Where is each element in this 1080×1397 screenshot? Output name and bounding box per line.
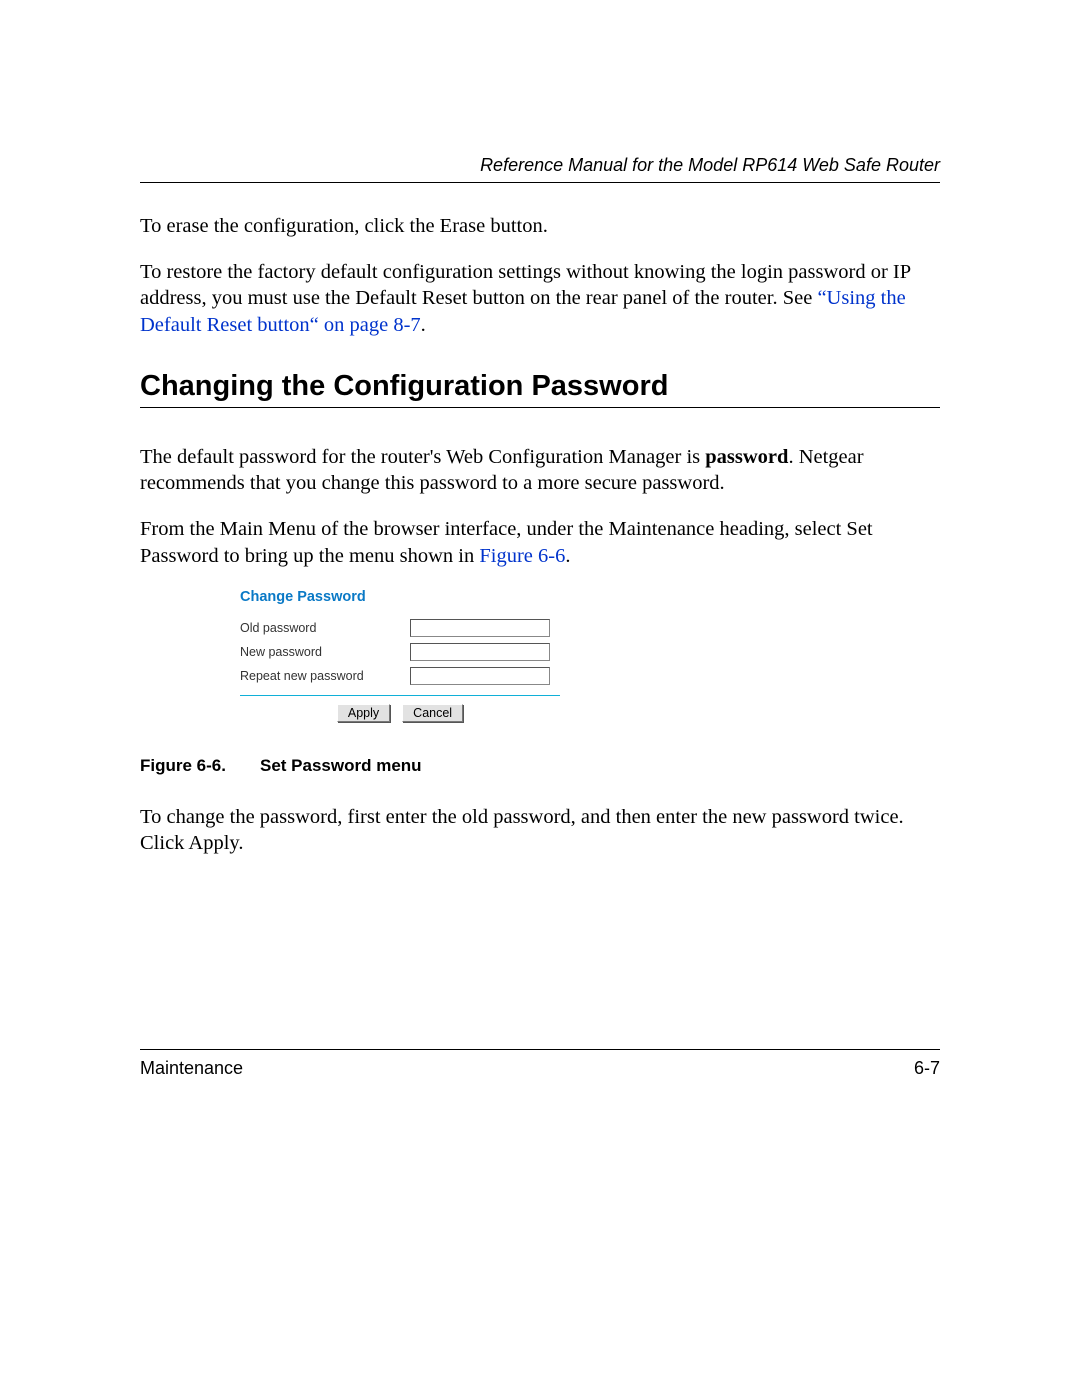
figure-divider [240,695,560,696]
figure-caption-text: Set Password menu [260,756,422,775]
default-password-bold: password [705,446,788,468]
section-heading: Changing the Configuration Password [140,370,940,403]
cancel-button[interactable]: Cancel [402,704,463,722]
row-new-password: New password [240,643,560,661]
figure-title: Change Password [240,589,560,605]
apply-button[interactable]: Apply [337,704,390,722]
input-new-password[interactable] [410,643,550,661]
row-old-password: Old password [240,619,560,637]
section-para-1: The default password for the router's We… [140,444,940,496]
label-old-password: Old password [240,621,410,635]
intro-para-1: To erase the configuration, click the Er… [140,213,940,239]
footer-page-number: 6-7 [914,1058,940,1079]
footer-rule [140,1049,940,1050]
intro-para-2: To restore the factory default configura… [140,259,940,338]
section-para-1a: The default password for the router's We… [140,446,705,468]
section-rule [140,407,940,408]
page: Reference Manual for the Model RP614 Web… [0,0,1080,1397]
row-repeat-password: Repeat new password [240,667,560,685]
input-old-password[interactable] [410,619,550,637]
figure-button-row: Apply Cancel [240,704,560,722]
running-head: Reference Manual for the Model RP614 Web… [140,155,940,176]
figure-form: Old password New password Repeat new pas… [240,619,560,722]
figure-caption: Figure 6-6.Set Password menu [140,756,940,776]
figure-caption-number: Figure 6-6. [140,756,260,776]
intro-para-2a: To restore the factory default configura… [140,261,910,309]
page-footer: Maintenance 6-7 [140,1049,940,1079]
header-rule [140,182,940,183]
footer-section-name: Maintenance [140,1058,243,1079]
label-repeat-password: Repeat new password [240,669,410,683]
label-new-password: New password [240,645,410,659]
figure-change-password: Change Password Old password New passwor… [240,589,560,722]
link-figure-6-6[interactable]: Figure 6-6 [479,545,565,567]
after-figure-para: To change the password, first enter the … [140,804,940,856]
input-repeat-password[interactable] [410,667,550,685]
section-para-2b: . [565,545,570,567]
intro-para-2b: . [421,314,426,336]
section-para-2: From the Main Menu of the browser interf… [140,516,940,568]
